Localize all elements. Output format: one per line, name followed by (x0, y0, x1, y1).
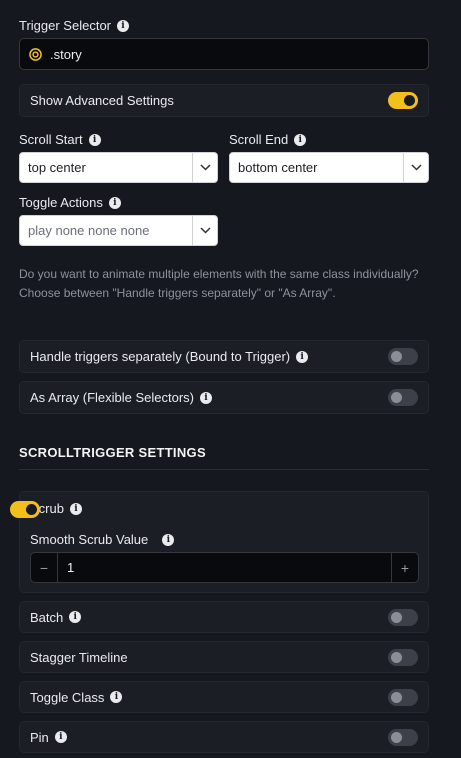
section-title: SCROLLTRIGGER SETTINGS (19, 445, 206, 460)
trigger-selector-input[interactable]: .story (19, 38, 429, 70)
toggle-knob (391, 611, 402, 623)
toggle-knob (391, 651, 402, 663)
scrolltrigger-panel: Trigger Selector i .story Show Advanced … (0, 0, 461, 758)
toggle-knob (391, 351, 402, 362)
info-icon[interactable]: i (69, 502, 82, 515)
toggle-class-toggle[interactable] (388, 688, 418, 706)
smooth-scrub-input[interactable]: 1 (57, 553, 392, 582)
info-icon[interactable]: i (296, 350, 309, 363)
chevron-down-icon (192, 216, 217, 245)
toggle-knob (26, 504, 37, 515)
batch-row: Batch i (19, 601, 429, 633)
chevron-down-icon (192, 153, 217, 182)
scroll-start-label: Scroll Start i (19, 132, 101, 147)
handle-triggers-label: Handle triggers separately (Bound to Tri… (30, 349, 291, 364)
as-array-row: As Array (Flexible Selectors) i (19, 381, 429, 414)
toggle-knob (391, 731, 402, 743)
advanced-settings-label: Show Advanced Settings (30, 93, 174, 108)
help-text: Do you want to animate multiple elements… (19, 267, 419, 300)
toggle-knob (391, 691, 402, 703)
trigger-selector-value: .story (50, 46, 82, 62)
info-icon[interactable]: i (200, 391, 212, 404)
advanced-settings-toggle[interactable] (388, 92, 418, 109)
toggle-knob (391, 392, 402, 403)
target-icon (29, 47, 42, 61)
scrub-toggle[interactable] (10, 501, 40, 518)
chevron-down-icon (403, 153, 428, 182)
stagger-label: Stagger Timeline (30, 649, 128, 665)
handle-triggers-toggle[interactable] (388, 348, 418, 365)
info-icon[interactable]: i (162, 533, 175, 546)
scroll-end-label: Scroll End i (229, 132, 307, 147)
scrub-card: Scrub i Smooth Scrub Value i − 1 + (10, 491, 429, 593)
increment-button[interactable]: + (392, 553, 418, 582)
toggle-knob (404, 95, 415, 106)
info-icon[interactable]: i (69, 611, 82, 623)
pin-label: Pin (30, 729, 49, 745)
smooth-scrub-stepper: − 1 + (30, 552, 419, 583)
scroll-end-select[interactable]: bottom center (229, 152, 429, 183)
batch-toggle[interactable] (388, 608, 418, 626)
toggle-class-label: Toggle Class (30, 689, 105, 705)
info-icon[interactable]: i (294, 133, 307, 146)
info-icon[interactable]: i (110, 691, 123, 703)
decrement-button[interactable]: − (31, 553, 57, 582)
as-array-toggle[interactable] (388, 389, 418, 406)
advanced-settings-row: Show Advanced Settings (19, 84, 429, 117)
info-icon[interactable]: i (88, 133, 101, 146)
handle-triggers-row: Handle triggers separately (Bound to Tri… (19, 340, 429, 373)
batch-label: Batch (30, 609, 64, 625)
toggle-class-row: Toggle Class i (19, 681, 429, 713)
pin-toggle[interactable] (388, 728, 418, 746)
as-array-label: As Array (Flexible Selectors) (30, 390, 194, 405)
stagger-row: Stagger Timeline (19, 641, 429, 673)
stagger-toggle[interactable] (388, 648, 418, 666)
info-icon[interactable]: i (117, 19, 129, 32)
toggle-actions-select[interactable]: play none none none (19, 215, 218, 246)
scroll-start-select[interactable]: top center (19, 152, 218, 183)
toggle-actions-label: Toggle Actions i (19, 195, 121, 210)
section-divider (19, 469, 429, 470)
info-icon[interactable]: i (54, 731, 67, 743)
trigger-selector-label: Trigger Selector i (19, 18, 129, 33)
info-icon[interactable]: i (108, 196, 121, 209)
smooth-scrub-label: Smooth Scrub Value (30, 532, 149, 547)
pin-row: Pin i (19, 721, 429, 753)
